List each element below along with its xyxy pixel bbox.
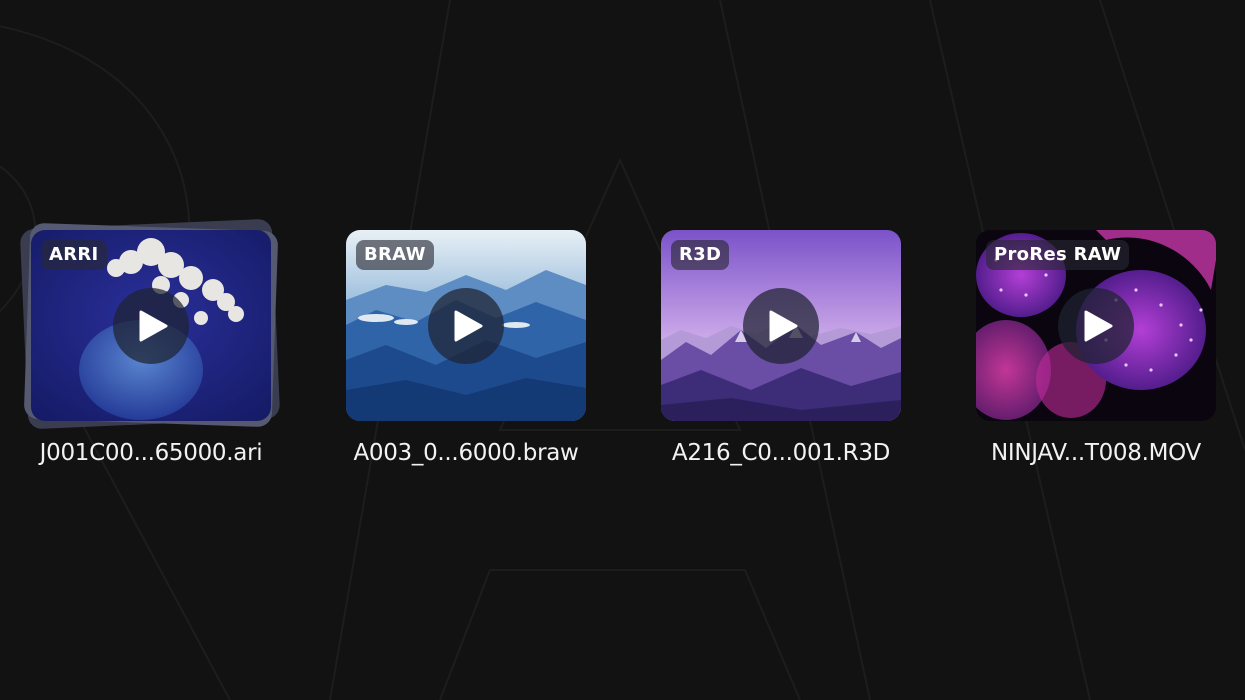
format-badge: ProRes RAW — [986, 240, 1130, 270]
play-button[interactable] — [743, 288, 819, 364]
thumbnail-stack: ARRI — [19, 218, 281, 430]
media-card[interactable]: ProRes RAW NINJAV...T008.MOV — [976, 230, 1216, 466]
play-icon — [1084, 310, 1113, 342]
thumbnail[interactable]: BRAW — [346, 230, 586, 421]
file-name: J001C00...65000.ari — [39, 440, 263, 466]
thumbnail[interactable]: R3D — [661, 230, 901, 421]
play-icon — [454, 310, 483, 342]
thumbnail[interactable]: ARRI — [31, 230, 271, 421]
format-badge: BRAW — [356, 240, 434, 270]
file-name: A216_C0...001.R3D — [671, 440, 891, 466]
file-name: A003_0...6000.braw — [353, 440, 579, 466]
file-name: NINJAV...T008.MOV — [991, 440, 1201, 466]
thumbnail-stack: R3D — [661, 230, 901, 421]
format-badge: ARRI — [41, 240, 107, 270]
media-card[interactable]: ARRI J001C00...65000.ari — [19, 218, 281, 466]
play-icon — [139, 310, 168, 342]
play-button[interactable] — [428, 288, 504, 364]
thumbnail-stack: ProRes RAW — [976, 230, 1216, 421]
play-button[interactable] — [113, 288, 189, 364]
media-card[interactable]: R3D A216_C0...001.R3D — [661, 230, 901, 466]
thumbnail-stack: BRAW — [346, 230, 586, 421]
play-icon — [769, 310, 798, 342]
media-card[interactable]: BRAW A003_0...6000.braw — [346, 230, 586, 466]
play-button[interactable] — [1058, 288, 1134, 364]
format-badge: R3D — [671, 240, 730, 270]
media-browser: ARRI J001C00...65000.ari BRAW A003_0...6… — [0, 0, 1245, 700]
thumbnail[interactable]: ProRes RAW — [976, 230, 1216, 421]
